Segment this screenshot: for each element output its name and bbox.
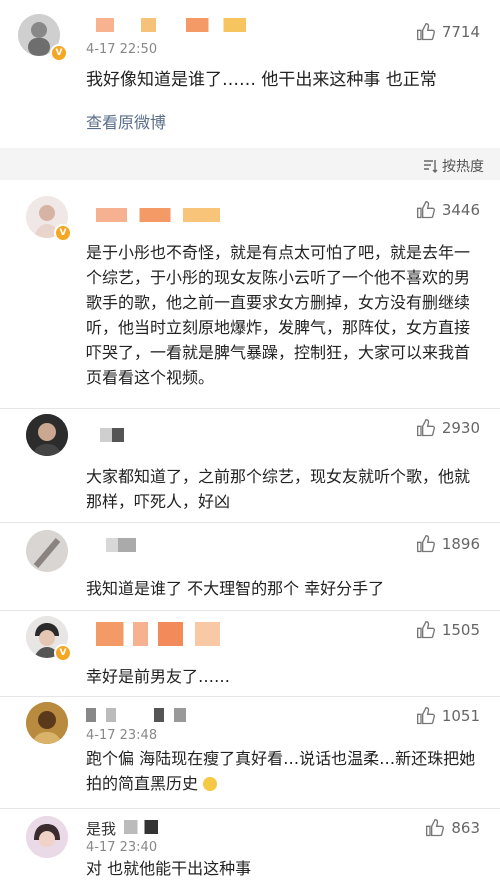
thumbs-up-icon: [426, 818, 445, 837]
divider: [0, 696, 500, 697]
thumbs-up-icon: [416, 22, 435, 41]
comment-text-content: 跑个偏 海陆现在瘦了真好看…说话也温柔…新还珠把她拍的简直黑历史: [86, 749, 476, 793]
username[interactable]: 是我: [86, 818, 116, 839]
thumbs-up-icon: [416, 534, 435, 553]
verified-badge-icon: V: [50, 44, 68, 62]
laugh-cry-emoji: [203, 777, 218, 791]
username-redacted: [106, 538, 136, 552]
username-redacted: [100, 428, 124, 442]
divider: [0, 408, 500, 409]
comment-time: 4-17 23:48: [86, 728, 158, 743]
like-count: 1051: [441, 707, 480, 725]
like-button[interactable]: 1051: [416, 706, 480, 726]
username-redacted: [96, 18, 246, 32]
like-count: 3446: [441, 201, 480, 219]
username-redacted: [96, 622, 220, 646]
divider: [0, 808, 500, 809]
like-count: 863: [451, 819, 480, 837]
like-count: 7714: [441, 23, 480, 41]
like-count: 2930: [441, 419, 480, 437]
sort-bar: 按热度: [0, 148, 500, 180]
divider: [0, 610, 500, 611]
like-button[interactable]: 7714: [416, 22, 480, 42]
comment-time: 4-17 23:40: [86, 840, 158, 855]
sort-icon: [424, 160, 438, 173]
thumbs-up-icon: [416, 620, 435, 639]
comment-text: 对 也就他能干出这种事: [86, 859, 252, 878]
avatar[interactable]: [26, 414, 68, 456]
comment-text: 大家都知道了，之前那个综艺，现女友就听个歌，他就那样，吓死人，好凶: [86, 467, 471, 511]
comment-text: 幸好是前男友了……: [86, 667, 231, 686]
username-redacted: [96, 208, 220, 222]
like-button[interactable]: 863: [425, 818, 480, 838]
verified-badge-icon: V: [54, 644, 72, 662]
comment-time: 4-17 22:50: [86, 42, 158, 57]
username-redacted: [86, 708, 186, 722]
thumbs-up-icon: [416, 418, 435, 437]
verified-badge-icon: V: [54, 224, 72, 242]
avatar[interactable]: [26, 530, 68, 572]
view-original-link[interactable]: 查看原微博: [86, 109, 166, 133]
comment-text: 我知道是谁了 不大理智的那个 幸好分手了: [86, 579, 385, 598]
username-redacted: [124, 820, 158, 834]
avatar[interactable]: [26, 702, 68, 744]
avatar[interactable]: [26, 816, 68, 858]
divider: [0, 522, 500, 523]
thumbs-up-icon: [416, 706, 435, 725]
like-button[interactable]: 1505: [416, 620, 480, 640]
comment-text: 跑个偏 海陆现在瘦了真好看…说话也温柔…新还珠把她拍的简直黑历史: [86, 746, 482, 796]
comment-text: 是于小彤也不奇怪，就是有点太可怕了吧，就是去年一个综艺，于小彤的现女友陈小云听了…: [86, 243, 471, 387]
like-button[interactable]: 3446: [416, 200, 480, 220]
sort-by-heat-button[interactable]: 按热度: [422, 156, 484, 176]
thumbs-up-icon: [416, 200, 435, 219]
sort-label: 按热度: [442, 159, 484, 175]
like-button[interactable]: 2930: [416, 418, 480, 438]
like-button[interactable]: 1896: [416, 534, 480, 554]
like-count: 1896: [441, 535, 480, 553]
like-count: 1505: [441, 621, 480, 639]
main-comment: V 4-17 22:50 7714 我好像知道是谁了…… 他干出来这种事 也正常…: [0, 0, 500, 148]
comment-text: 我好像知道是谁了…… 他干出来这种事 也正常: [86, 70, 437, 90]
